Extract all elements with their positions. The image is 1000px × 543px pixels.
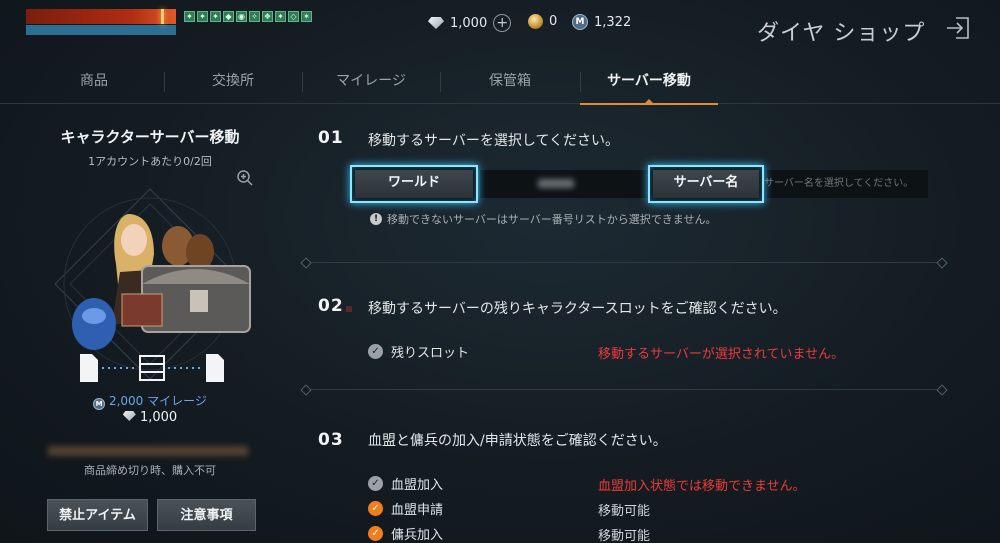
page-title: ダイヤ ショップ [757,21,926,46]
world-select-button[interactable]: ワールド [350,165,478,203]
diamond-price-value: 1,000 [139,410,178,425]
buff-icon: ❖ [262,11,273,22]
server-placeholder: サーバー名を選択してください。 [764,178,914,189]
info-icon: ! [370,213,382,225]
mp-bar [26,25,176,35]
slot-check-row: ✓ 残りスロット [368,342,469,361]
diamond-price: 1,000 [30,410,270,425]
mileage-currency: M 1,322 [572,14,631,30]
diamond-amount: 1,000 [450,15,488,31]
diamond-currency: 1,000 + [428,14,512,32]
buff-icon: ✧ [249,11,260,22]
check-icon: ✓ [368,344,383,359]
notes-button[interactable]: 注意事項 [157,499,256,531]
mileage-amount: 1,322 [594,14,632,30]
server-notice: ! 移動できないサーバーはサーバー番号リストから選択できません。 [370,211,716,227]
buff-icon: ✦ [210,11,221,22]
item-panel: キャラクターサーバー移動 1アカウントあたり0/2回 M 2,000 マイレージ [30,126,270,477]
buff-icon: ◉ [236,11,247,22]
exit-icon[interactable] [944,14,972,42]
clan-join-status: 血盟加入状態では移動できません。 [598,479,806,494]
check-icon: ✓ [368,476,383,491]
clan-join-label: 血盟加入 [391,478,444,493]
tab-mileage[interactable]: マイレージ [302,64,440,104]
hp-mp-bar [26,9,176,35]
clan-apply-status: 移動可能 [598,504,651,519]
server-name-label: サーバー名 [653,170,759,198]
slot-status: 移動するサーバーが選択されていません。 [598,347,845,362]
step-instruction: 血盟と傭兵の加入/申請状態をご確認ください。 [368,433,667,449]
tab-storage[interactable]: 保管箱 [440,64,580,104]
slot-label: 残りスロット [391,346,470,361]
world-select-label: ワールド [355,170,473,198]
item-title: キャラクターサーバー移動 [60,128,240,146]
buff-icon: ✦ [197,11,208,22]
buff-icon: ✶ [301,11,312,22]
mercenary-join-status: 移動可能 [598,529,651,543]
add-diamond-button[interactable]: + [493,14,512,32]
gold-currency: 0 [528,14,557,29]
mileage-icon: M [93,398,106,410]
tab-bar: 商品 交換所 マイレージ 保管箱 サーバー移動 [0,64,1000,105]
buff-list: ✦ ✦ ✦ ◆ ◉ ✧ ❖ ✦ ◇ ✶ [184,11,312,22]
check-icon: ✓ [368,501,383,516]
hp-bar [26,9,176,24]
buff-icon: ✦ [275,11,286,22]
diamond-icon [122,411,136,421]
banned-items-button[interactable]: 禁止アイテム [47,499,148,531]
step-instruction: 移動するサーバーの残りキャラクタースロットをご確認ください。 [368,301,787,317]
clan-join-row: ✓ 血盟加入 [368,474,443,493]
server-name-select-button[interactable]: サーバー名 [648,165,764,203]
step-marker [346,306,352,312]
clan-apply-label: 血盟申請 [391,503,444,518]
section-divider [305,262,943,263]
mileage-price: M 2,000 マイレージ [30,392,270,410]
world-name-redacted [538,179,574,188]
purchase-limit: 1アカウントあたり0/2回 [88,155,212,168]
notice-text: 移動できないサーバーはサーバー番号リストから選択できません。 [387,213,717,226]
step-number: 02 [318,296,344,316]
buff-icon: ◇ [288,11,299,22]
step-instruction: 移動するサーバーを選択してください。 [368,133,620,149]
clan-apply-row: ✓ 血盟申請 [368,499,443,518]
tab-server-transfer[interactable]: サーバー移動 [580,64,718,105]
step-number: 03 [318,430,344,450]
tab-products[interactable]: 商品 [24,64,164,104]
section-divider [305,389,943,390]
tab-exchange[interactable]: 交換所 [164,64,302,104]
sales-period-redacted [48,446,248,456]
sales-end-note: 商品締め切り時、購入不可 [84,464,216,477]
gold-amount: 0 [549,14,558,29]
check-icon: ✓ [368,526,383,541]
transfer-flow-icon [80,354,224,382]
buff-icon: ◆ [223,11,234,22]
mileage-icon: M [572,14,588,30]
step-number: 01 [318,128,344,148]
diamond-icon [428,17,444,29]
mercenary-join-label: 傭兵加入 [391,528,444,543]
buff-icon: ✦ [184,11,195,22]
mileage-price-value: 2,000 マイレージ [108,394,207,408]
gold-coin-icon [528,14,543,29]
mercenary-join-row: ✓ 傭兵加入 [368,524,443,543]
